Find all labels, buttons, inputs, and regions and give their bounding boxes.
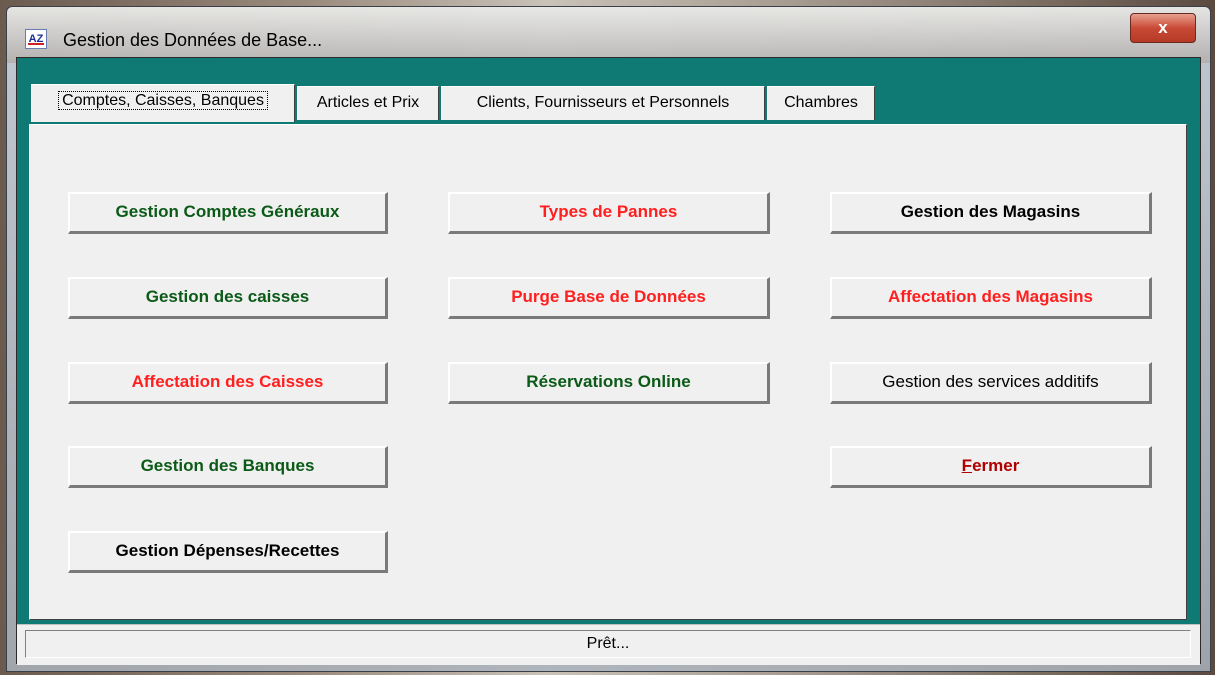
purge-base-de-donnees-button[interactable]: Purge Base de Données (448, 277, 770, 319)
window-title: Gestion des Données de Base... (63, 30, 323, 50)
fermer-accelerator: F (961, 456, 973, 475)
close-button[interactable]: x (1130, 13, 1196, 43)
gestion-depenses-recettes-button[interactable]: Gestion Dépenses/Recettes (68, 531, 388, 573)
gestion-des-magasins-button[interactable]: Gestion des Magasins (830, 192, 1152, 234)
window-client-area: Comptes, Caisses, Banques Articles et Pr… (16, 57, 1201, 665)
app-icon: AZ (25, 29, 47, 49)
title-bar[interactable]: AZ Gestion des Données de Base... x (7, 7, 1210, 63)
status-bar: Prêt... (17, 624, 1200, 665)
gestion-des-services-additifs-button[interactable]: Gestion des services additifs (830, 362, 1152, 404)
app-icon-strike (28, 43, 44, 45)
gestion-des-banques-button[interactable]: Gestion des Banques (68, 446, 388, 488)
reservations-online-button[interactable]: Réservations Online (448, 362, 770, 404)
tab-comptes-caisses-banques[interactable]: Comptes, Caisses, Banques (31, 84, 295, 122)
gestion-des-caisses-button[interactable]: Gestion des caisses (68, 277, 388, 319)
fermer-button[interactable]: Fermer (830, 446, 1152, 488)
close-icon: x (1158, 18, 1168, 37)
tab-chambres[interactable]: Chambres (767, 86, 875, 120)
tab-clients-fournisseurs-personnels[interactable]: Clients, Fournisseurs et Personnels (441, 86, 765, 120)
gestion-comptes-generaux-button[interactable]: Gestion Comptes Généraux (68, 192, 388, 234)
main-window: AZ Gestion des Données de Base... x Comp… (6, 6, 1211, 672)
fermer-label-rest: ermer (972, 456, 1020, 475)
status-text: Prêt... (25, 630, 1191, 658)
tab-panel: Gestion Comptes Généraux Types de Pannes… (29, 124, 1187, 620)
affectation-des-magasins-button[interactable]: Affectation des Magasins (830, 277, 1152, 319)
types-de-pannes-button[interactable]: Types de Pannes (448, 192, 770, 234)
affectation-des-caisses-button[interactable]: Affectation des Caisses (68, 362, 388, 404)
tab-articles-et-prix[interactable]: Articles et Prix (297, 86, 439, 120)
